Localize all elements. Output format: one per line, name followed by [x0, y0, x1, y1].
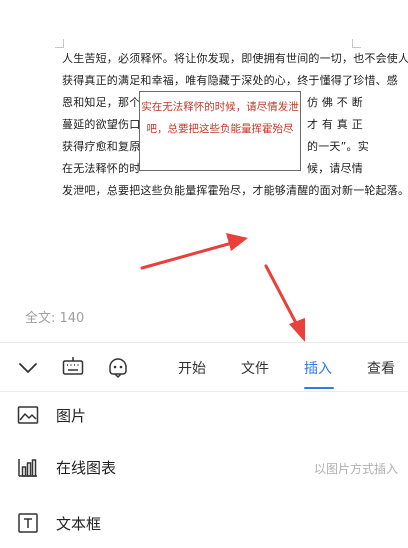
tab-start[interactable]: 开始 — [178, 358, 206, 378]
document-line: 恩和知足，那个 — [62, 96, 141, 109]
document-line: 获得真正的满足和幸福，唯有隐藏于深处的心，终于懂得了珍惜、感 — [62, 74, 398, 87]
document-line: 发泄吧，总要把这些负能量挥霍殆尽，才能够清醒的面对新一轮起落。 — [62, 184, 408, 197]
word-count: 全文: 140 — [25, 311, 85, 326]
bottom-toolbar: 开始 文件 插入 查看 — [0, 342, 408, 392]
document-line-right: 候，请尽情 — [307, 162, 363, 175]
active-tab-indicator — [304, 387, 334, 389]
menu-item-image[interactable]: 图片 — [0, 390, 408, 440]
inserted-textbox[interactable]: 实在无法释怀的时候，请尽情发泄 吧，总要把这些负能量挥霍殆尽 — [139, 91, 301, 171]
document-line: 人生苦短，必须释怀。将让你发现，即使拥有世间的一切，也不会使人 — [62, 52, 408, 65]
menu-item-label: 文本框 — [56, 515, 102, 533]
document-line: 在无法释怀的时 — [62, 162, 141, 175]
page-margin-corner-right — [352, 39, 361, 48]
keyboard-icon[interactable] — [61, 355, 85, 379]
tab-file[interactable]: 文件 — [241, 358, 269, 378]
collapse-chevron-icon[interactable] — [16, 355, 40, 379]
document-line: 获得疗愈和复原 — [62, 140, 141, 153]
tab-insert[interactable]: 插入 — [304, 358, 332, 378]
document-line-right: 仿 佛 不 断 — [307, 96, 363, 109]
document-line-right: 的一天”。实 — [307, 140, 369, 153]
menu-item-label: 在线图表 — [56, 459, 117, 477]
textbox-line: 吧，总要把这些负能量挥霍殆尽 — [146, 123, 294, 135]
textbox-line: 实在无法释怀的时候，请尽情发泄 — [141, 101, 299, 113]
tab-view[interactable]: 查看 — [367, 358, 395, 378]
assistant-icon[interactable] — [106, 355, 130, 379]
document-line-right: 才 有 真 正 — [307, 118, 363, 131]
menu-item-online-chart[interactable]: 在线图表 以图片方式插入 — [0, 442, 408, 492]
page-margin-corner-left — [55, 39, 64, 48]
menu-item-label: 图片 — [56, 407, 87, 425]
menu-item-hint: 以图片方式插入 — [313, 462, 398, 476]
menu-item-textbox[interactable]: 文本框 — [0, 498, 408, 548]
document-page[interactable]: 人生苦短，必须释怀。将让你发现，即使拥有世间的一切，也不会使人 获得真正的满足和… — [0, 0, 408, 340]
textbox-icon — [18, 513, 38, 533]
image-icon — [17, 406, 39, 424]
bar-chart-icon — [18, 459, 37, 477]
